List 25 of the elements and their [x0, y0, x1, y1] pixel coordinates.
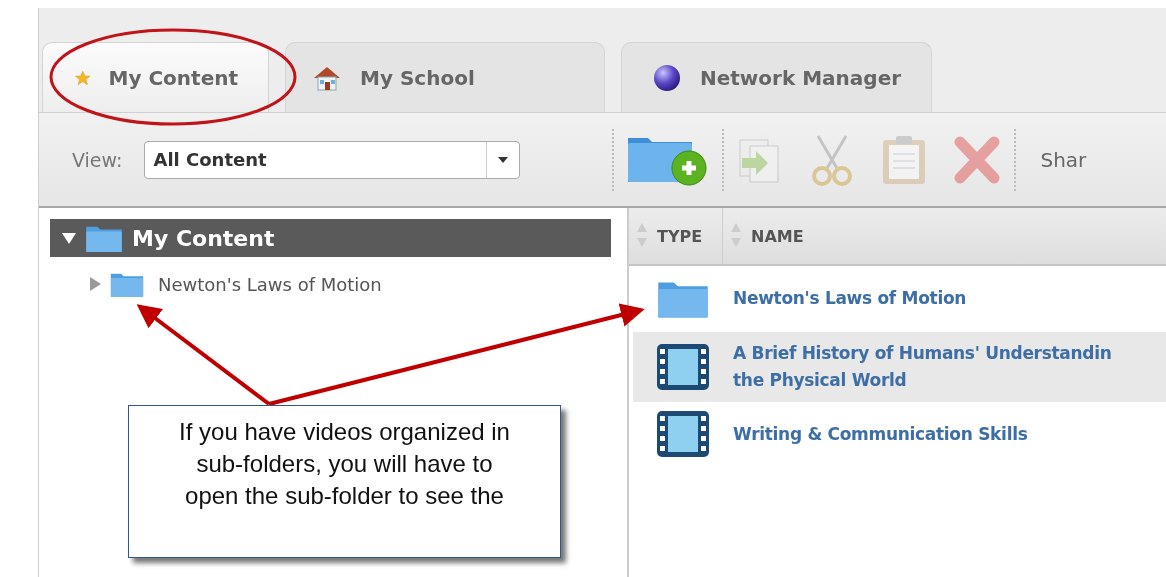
caret-icon: [498, 156, 509, 163]
globe-icon: [652, 62, 682, 93]
sort-icon: [731, 223, 741, 249]
list-row[interactable]: Writing & Communication Skills: [633, 402, 1166, 466]
column-header[interactable]: TYPE: [657, 226, 703, 246]
item-link[interactable]: Writing & Communication Skills: [733, 420, 1028, 448]
callout-note: If you have videos organized in sub-folders, you will have to open the sub-folder to see the: [128, 405, 561, 558]
sort-icon: [637, 223, 647, 249]
expanded-arrow-icon[interactable]: [62, 231, 76, 245]
tree-item[interactable]: Newton's Laws of Motion: [158, 273, 382, 295]
list-row[interactable]: Newton's Laws of Motion: [633, 266, 1166, 330]
collapsed-arrow-icon[interactable]: [88, 277, 102, 291]
item-link[interactable]: Newton's Laws of Motion: [733, 284, 967, 312]
view-label: View:: [72, 148, 123, 171]
view-dropdown[interactable]: All Content: [144, 140, 521, 179]
column-header[interactable]: NAME: [751, 226, 804, 246]
share-button[interactable]: Shar: [1040, 147, 1087, 172]
tree-root-header[interactable]: My Content: [50, 219, 611, 257]
list-row[interactable]: A Brief History of Humans' Understandin the Physical World: [633, 332, 1166, 402]
film-icon: [656, 343, 710, 391]
item-link[interactable]: A Brief History of Humans' Understandin the Physical World: [733, 340, 1112, 394]
tab[interactable]: My Content: [42, 42, 269, 112]
tab[interactable]: Network Manager: [621, 42, 933, 112]
film-icon: [656, 410, 710, 458]
tab[interactable]: My School: [285, 42, 605, 112]
